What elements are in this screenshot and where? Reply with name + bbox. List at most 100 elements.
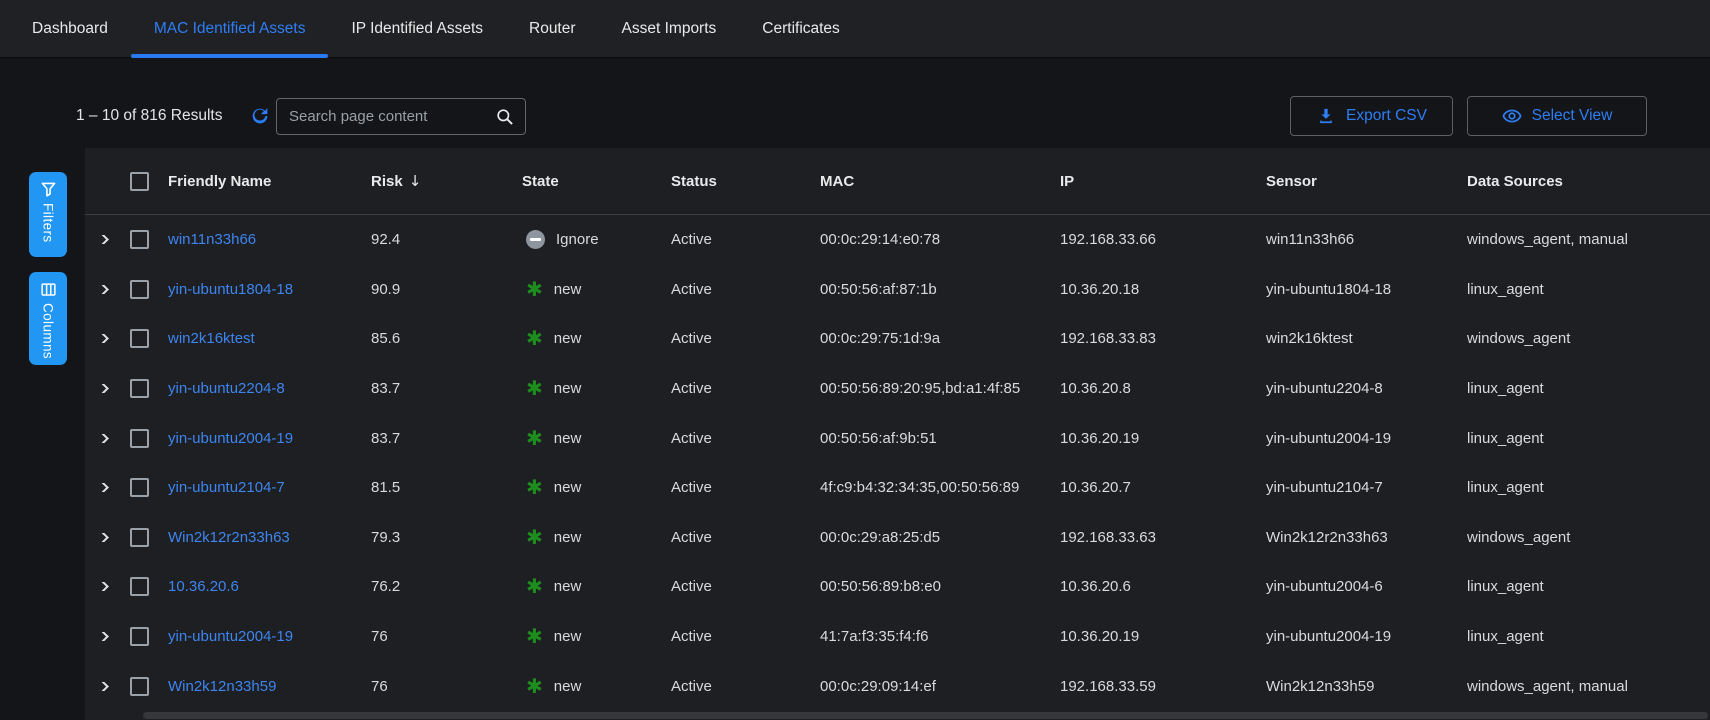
row-checkbox[interactable] bbox=[130, 329, 149, 348]
risk-value: 76 bbox=[366, 628, 517, 645]
new-state-icon: ✱ bbox=[526, 627, 543, 646]
ip-value: 10.36.20.6 bbox=[1055, 578, 1261, 595]
ip-value: 10.36.20.8 bbox=[1055, 380, 1261, 397]
header-mac[interactable]: MAC bbox=[815, 173, 1055, 190]
expand-row-icon[interactable] bbox=[96, 483, 109, 492]
expand-row-icon[interactable] bbox=[96, 235, 109, 244]
header-ip[interactable]: IP bbox=[1055, 173, 1261, 190]
row-checkbox[interactable] bbox=[130, 379, 149, 398]
ip-value: 192.168.33.66 bbox=[1055, 231, 1261, 248]
asset-name-link[interactable]: yin-ubuntu2104-7 bbox=[168, 479, 285, 496]
expand-row-icon[interactable] bbox=[96, 384, 109, 393]
data-sources-value: linux_agent bbox=[1462, 380, 1710, 397]
data-sources-value: windows_agent, manual bbox=[1462, 678, 1710, 695]
data-sources-value: linux_agent bbox=[1462, 628, 1710, 645]
row-checkbox[interactable] bbox=[130, 577, 149, 596]
row-checkbox[interactable] bbox=[130, 677, 149, 696]
expand-row-icon[interactable] bbox=[96, 632, 109, 641]
state-label: Ignore bbox=[556, 231, 599, 248]
state-label: new bbox=[554, 330, 582, 347]
row-checkbox[interactable] bbox=[130, 429, 149, 448]
asset-name-link[interactable]: yin-ubuntu2204-8 bbox=[168, 380, 285, 397]
state-label: new bbox=[554, 380, 582, 397]
expand-row-icon[interactable] bbox=[96, 682, 109, 691]
risk-value: 83.7 bbox=[366, 380, 517, 397]
columns-panel-button[interactable]: Columns bbox=[29, 272, 67, 365]
tab-certificates[interactable]: Certificates bbox=[739, 0, 863, 57]
download-icon bbox=[1316, 106, 1336, 126]
refresh-button[interactable] bbox=[249, 105, 271, 127]
search-box bbox=[276, 98, 526, 135]
risk-value: 83.7 bbox=[366, 430, 517, 447]
risk-value: 76.2 bbox=[366, 578, 517, 595]
ip-value: 192.168.33.59 bbox=[1055, 678, 1261, 695]
columns-label: Columns bbox=[41, 303, 56, 359]
asset-name-link[interactable]: yin-ubuntu1804-18 bbox=[168, 281, 293, 298]
sensor-value: yin-ubuntu2104-7 bbox=[1261, 479, 1462, 496]
status-value: Active bbox=[666, 578, 815, 595]
refresh-icon bbox=[249, 105, 271, 127]
top-nav: Dashboard MAC Identified Assets IP Ident… bbox=[0, 0, 1710, 58]
select-all-checkbox[interactable] bbox=[130, 172, 149, 191]
table-row: win11n33h66 92.4 Ignore Active 00:0c:29:… bbox=[85, 215, 1710, 265]
horizontal-scrollbar[interactable] bbox=[143, 712, 1708, 719]
state-label: new bbox=[554, 479, 582, 496]
search-input[interactable] bbox=[289, 108, 495, 125]
table-row: 10.36.20.6 76.2 ✱new Active 00:50:56:89:… bbox=[85, 562, 1710, 612]
sensor-value: yin-ubuntu2204-8 bbox=[1261, 380, 1462, 397]
expand-row-icon[interactable] bbox=[96, 582, 109, 591]
expand-row-icon[interactable] bbox=[96, 533, 109, 542]
sensor-value: yin-ubuntu2004-19 bbox=[1261, 430, 1462, 447]
expand-row-icon[interactable] bbox=[96, 334, 109, 343]
mac-value: 00:0c:29:14:e0:78 bbox=[815, 231, 1055, 248]
expand-row-icon[interactable] bbox=[96, 434, 109, 443]
search-icon[interactable] bbox=[495, 107, 515, 127]
asset-name-link[interactable]: yin-ubuntu2004-19 bbox=[168, 628, 293, 645]
new-state-icon: ✱ bbox=[526, 577, 543, 596]
asset-name-link[interactable]: win11n33h66 bbox=[168, 231, 256, 248]
sensor-value: yin-ubuntu1804-18 bbox=[1261, 281, 1462, 298]
header-sensor[interactable]: Sensor bbox=[1261, 173, 1462, 190]
tab-router[interactable]: Router bbox=[506, 0, 599, 57]
row-checkbox[interactable] bbox=[130, 627, 149, 646]
asset-name-link[interactable]: Win2k12r2n33h63 bbox=[168, 529, 290, 546]
header-risk[interactable]: Risk↓ bbox=[366, 172, 517, 190]
asset-name-link[interactable]: 10.36.20.6 bbox=[168, 578, 239, 595]
asset-name-link[interactable]: Win2k12n33h59 bbox=[168, 678, 276, 695]
table-row: yin-ubuntu2004-19 83.7 ✱new Active 00:50… bbox=[85, 413, 1710, 463]
row-checkbox[interactable] bbox=[130, 230, 149, 249]
ip-value: 10.36.20.7 bbox=[1055, 479, 1261, 496]
header-state[interactable]: State bbox=[517, 173, 666, 190]
tab-dashboard[interactable]: Dashboard bbox=[9, 0, 131, 57]
state-label: new bbox=[554, 628, 582, 645]
row-checkbox[interactable] bbox=[130, 478, 149, 497]
table-row: Win2k12n33h59 76 ✱new Active 00:0c:29:09… bbox=[85, 661, 1710, 711]
header-data-sources[interactable]: Data Sources bbox=[1462, 173, 1710, 190]
mac-value: 00:0c:29:75:1d:9a bbox=[815, 330, 1055, 347]
header-friendly-name[interactable]: Friendly Name bbox=[160, 173, 366, 190]
sensor-value: Win2k12r2n33h63 bbox=[1261, 529, 1462, 546]
row-checkbox[interactable] bbox=[130, 280, 149, 299]
ip-value: 10.36.20.18 bbox=[1055, 281, 1261, 298]
table-header-row: Friendly Name Risk↓ State Status MAC IP … bbox=[85, 148, 1710, 215]
tab-mac-identified-assets[interactable]: MAC Identified Assets bbox=[131, 0, 329, 57]
filters-panel-button[interactable]: Filters bbox=[29, 172, 67, 257]
risk-value: 79.3 bbox=[366, 529, 517, 546]
asset-name-link[interactable]: win2k16ktest bbox=[168, 330, 255, 347]
tab-asset-imports[interactable]: Asset Imports bbox=[599, 0, 740, 57]
eye-icon bbox=[1502, 106, 1522, 126]
table-row: yin-ubuntu1804-18 90.9 ✱new Active 00:50… bbox=[85, 265, 1710, 315]
sort-desc-icon: ↓ bbox=[409, 172, 422, 190]
expand-row-icon[interactable] bbox=[96, 285, 109, 294]
export-csv-button[interactable]: Export CSV bbox=[1290, 96, 1453, 136]
table-row: yin-ubuntu2204-8 83.7 ✱new Active 00:50:… bbox=[85, 364, 1710, 414]
row-checkbox[interactable] bbox=[130, 528, 149, 547]
new-state-icon: ✱ bbox=[526, 329, 543, 348]
select-view-button[interactable]: Select View bbox=[1467, 96, 1647, 136]
new-state-icon: ✱ bbox=[526, 478, 543, 497]
asset-name-link[interactable]: yin-ubuntu2004-19 bbox=[168, 430, 293, 447]
header-status[interactable]: Status bbox=[666, 173, 815, 190]
new-state-icon: ✱ bbox=[526, 379, 543, 398]
tab-ip-identified-assets[interactable]: IP Identified Assets bbox=[328, 0, 506, 57]
ip-value: 10.36.20.19 bbox=[1055, 430, 1261, 447]
